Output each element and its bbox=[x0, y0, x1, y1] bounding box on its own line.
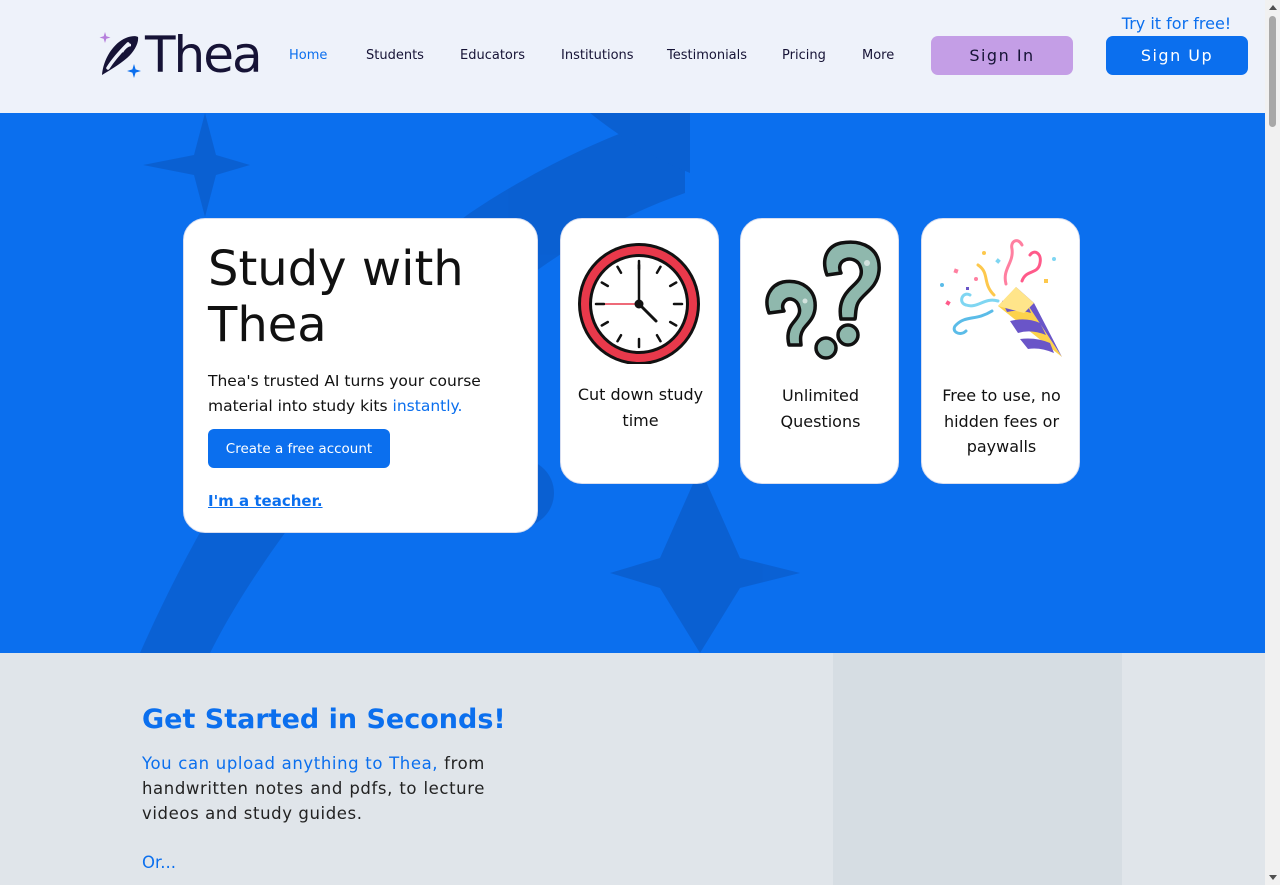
scroll-down-arrow-icon[interactable] bbox=[1265, 870, 1280, 885]
thea-logo[interactable]: Thea bbox=[97, 26, 263, 84]
hero-title-line2: Thea bbox=[208, 297, 327, 353]
site-header: Thea Home Students Educators Institution… bbox=[0, 0, 1265, 113]
nav-testimonials[interactable]: Testimonials bbox=[667, 48, 747, 63]
hero-title: Study with Thea bbox=[208, 241, 464, 353]
media-placeholder-panel bbox=[833, 653, 1122, 885]
hero-section: Study with Thea Thea's trusted AI turns … bbox=[0, 113, 1265, 653]
page-scrollbar[interactable] bbox=[1265, 0, 1280, 885]
nav-students[interactable]: Students bbox=[366, 48, 424, 63]
logo-text: Thea bbox=[145, 26, 263, 84]
hero-title-line1: Study with bbox=[208, 241, 464, 297]
or-text: Or... bbox=[142, 853, 176, 872]
nav-pricing[interactable]: Pricing bbox=[782, 48, 826, 63]
nav-educators[interactable]: Educators bbox=[460, 48, 525, 63]
feature-card-questions: Unlimited Questions bbox=[740, 218, 899, 484]
get-started-highlight: You can upload anything to Thea, bbox=[142, 754, 439, 773]
hero-main-card: Study with Thea Thea's trusted AI turns … bbox=[183, 218, 538, 533]
get-started-section: Get Started in Seconds! You can upload a… bbox=[0, 653, 1265, 885]
get-started-title: Get Started in Seconds! bbox=[142, 704, 506, 735]
try-free-text: Try it for free! bbox=[1121, 14, 1232, 33]
scroll-thumb[interactable] bbox=[1269, 16, 1276, 127]
nav-institutions[interactable]: Institutions bbox=[561, 48, 634, 63]
hero-description: Thea's trusted AI turns your course mate… bbox=[208, 369, 518, 419]
feature-label-questions: Unlimited Questions bbox=[780, 386, 861, 431]
party-popper-icon bbox=[940, 239, 1062, 357]
sign-up-button[interactable]: Sign Up bbox=[1106, 36, 1248, 75]
feature-label-study-time: Cut down study time bbox=[577, 385, 704, 430]
get-started-description: You can upload anything to Thea, from ha… bbox=[142, 751, 485, 826]
hero-description-highlight: instantly. bbox=[392, 397, 463, 415]
create-account-button[interactable]: Create a free account bbox=[208, 429, 390, 468]
feature-card-free: Free to use, no hidden fees or paywalls bbox=[921, 218, 1080, 484]
feature-label-free: Free to use, no hidden fees or paywalls bbox=[942, 386, 1061, 456]
teacher-link[interactable]: I'm a teacher. bbox=[208, 492, 323, 510]
scroll-up-arrow-icon[interactable] bbox=[1265, 0, 1280, 15]
clock-icon bbox=[578, 243, 700, 364]
nav-home[interactable]: Home bbox=[289, 48, 327, 63]
quill-rocket-icon bbox=[99, 32, 141, 78]
nav-more[interactable]: More bbox=[862, 48, 894, 63]
feature-card-study-time: Cut down study time bbox=[560, 218, 719, 484]
sign-in-button[interactable]: Sign In bbox=[931, 36, 1073, 75]
question-marks-icon bbox=[765, 240, 881, 360]
